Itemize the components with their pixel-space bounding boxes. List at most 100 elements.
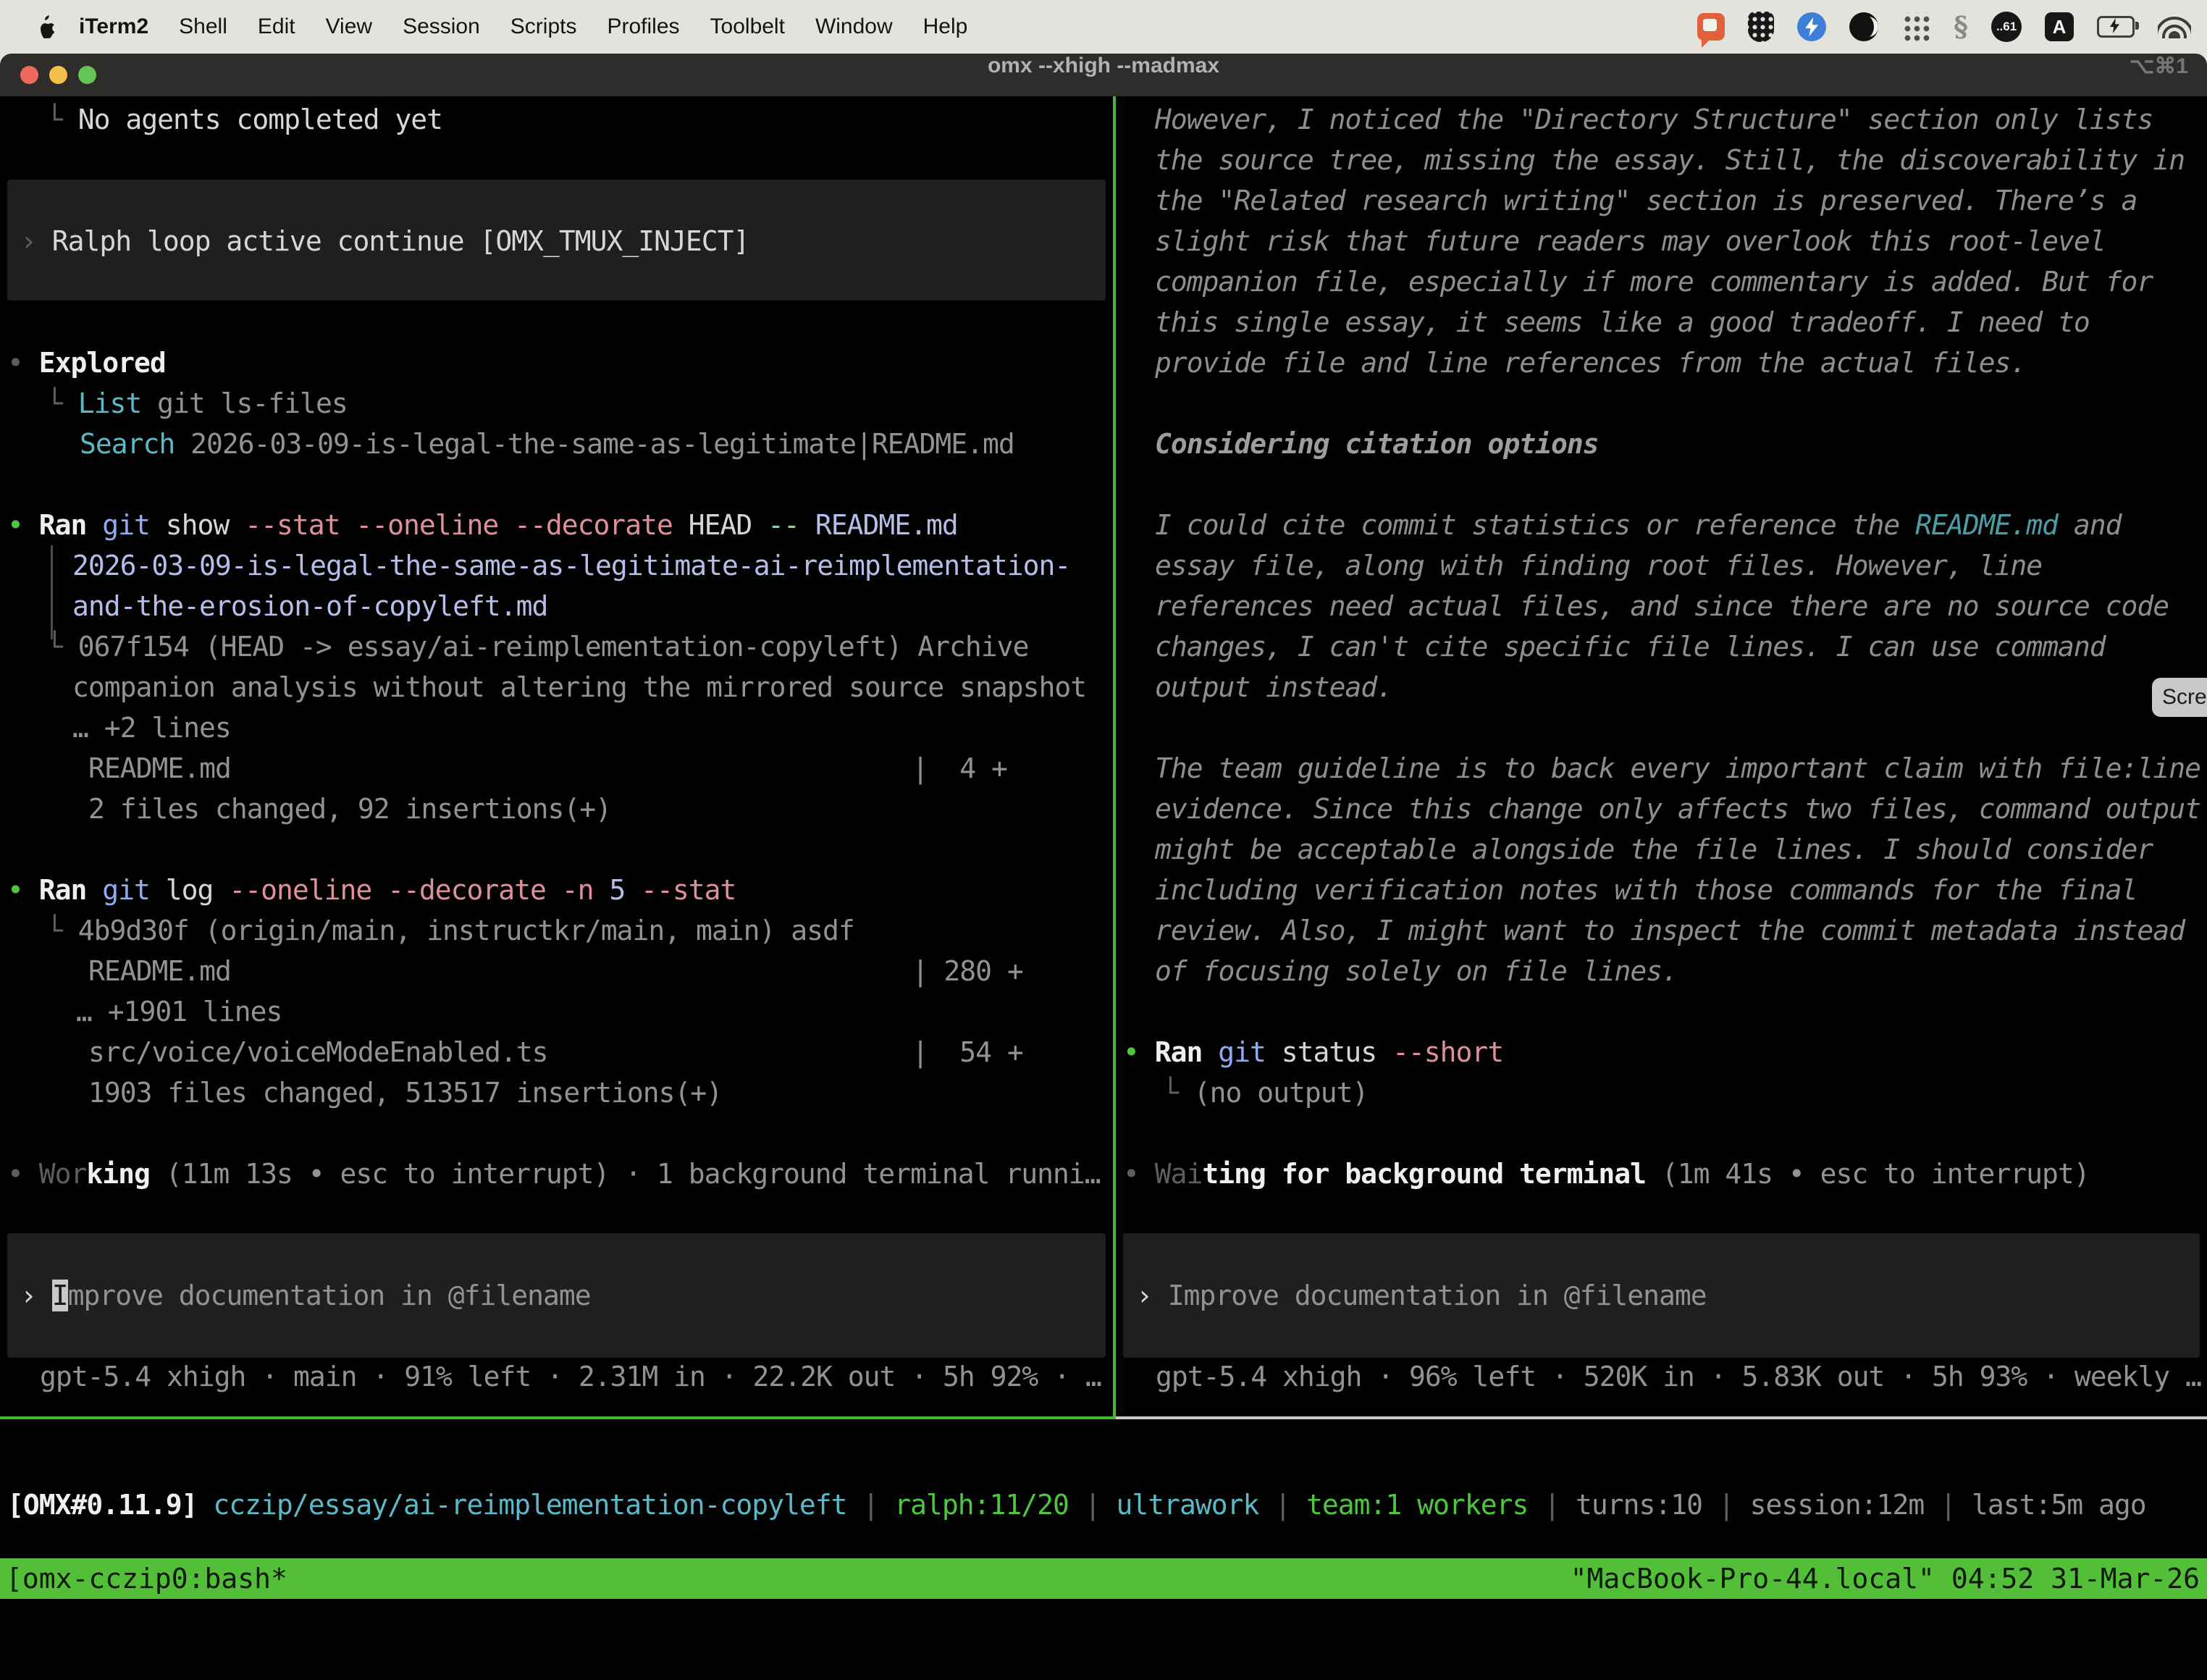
terminal-line: › Improve documentation in @filename [1136, 1275, 1707, 1316]
a-badge-icon[interactable]: A [2045, 12, 2074, 41]
terminal-line: this single essay, it seems like a good … [1155, 302, 2090, 343]
terminal-line: essay file, along with finding root file… [1155, 545, 2042, 586]
terminal-line: └ 067f154 (HEAD -> essay/ai-reimplementa… [46, 626, 1028, 667]
chat-icon[interactable] [1697, 13, 1725, 41]
terminal-line: › Ralph loop active continue [OMX_TMUX_I… [20, 221, 749, 261]
window-title: omx --xhigh --madmax [0, 54, 2207, 78]
separator: | [1528, 1489, 1576, 1521]
left-terminal-pane[interactable]: └ No agents completed yet › Ralph loop ac… [0, 96, 1113, 1416]
terminal-line: src/voice/voiceModeEnabled.ts | 54 + [88, 1032, 1023, 1072]
terminal-line: companion analysis without altering the … [72, 667, 1086, 707]
terminal-line: provide file and line references from th… [1155, 343, 2026, 383]
tmux-status-bar: [omx-cczip0:bash* "MacBook-Pro-44.local"… [0, 1558, 2207, 1599]
minimize-button[interactable] [49, 66, 67, 84]
terminal-line: might be acceptable alongside the file l… [1155, 829, 2153, 870]
terminal-line: └ 4b9d30f (origin/main, instructkr/main,… [46, 910, 854, 951]
terminal-line: └ No agents completed yet [46, 99, 442, 140]
battery-charging-icon[interactable] [2097, 16, 2135, 38]
menu-item-scripts[interactable]: Scripts [510, 14, 577, 39]
menu-items: iTerm2 Shell Edit View Session Scripts Profile… [79, 14, 967, 39]
terminal-line: gpt-5.4 xhigh · main · 91% left · 2.31M … [40, 1356, 1101, 1397]
terminal-line: However, I noticed the "Directory Struct… [1155, 99, 2153, 140]
menu-item-toolbelt[interactable]: Toolbelt [710, 14, 785, 39]
window-shortcut-badge: ⌥⌘1 [2130, 54, 2188, 79]
omx-status-bar: [OMX#0.11.9] cczip/essay/ai-reimplementa… [7, 1484, 2146, 1525]
terminal-line: I could cite commit statistics or refere… [1155, 505, 2122, 545]
right-terminal-pane[interactable]: However, I noticed the "Directory Struct… [1116, 96, 2207, 1416]
terminal-line: the "Related research writing" section i… [1155, 180, 2137, 221]
terminal-line: README.md | 4 + [88, 748, 1007, 789]
separator: | [1069, 1489, 1117, 1521]
left-pane-border [0, 1416, 1113, 1419]
terminal-line: gpt-5.4 xhigh · 96% left · 520K in · 5.8… [1156, 1356, 2201, 1397]
terminal-content: └ No agents completed yet › Ralph loop ac… [0, 96, 2207, 1419]
tmux-host-clock: "MacBook-Pro-44.local" 04:52 31-Mar-26 [1571, 1558, 2200, 1599]
terminal-line: evidence. Since this change only affects… [1155, 789, 2200, 829]
terminal-line: output instead. [1155, 667, 1392, 707]
terminal-line: 1903 files changed, 513517 insertions(+) [88, 1072, 722, 1113]
menu-item-profiles[interactable]: Profiles [607, 14, 679, 39]
separator: | [1924, 1489, 1972, 1521]
tmux-window-tab[interactable]: [omx-cczip0:bash* [6, 1558, 287, 1599]
ultrawork-mode: ultrawork [1117, 1489, 1259, 1521]
terminal-line: Search 2026-03-09-is-legal-the-same-as-l… [80, 424, 1014, 464]
ralph-counter: ralph:11/20 [894, 1489, 1069, 1521]
terminal-line: companion file, especially if more comme… [1155, 261, 2153, 302]
session-timer: session:12m [1750, 1489, 1925, 1521]
menu-item-view[interactable]: View [326, 14, 372, 39]
omx-version-badge: [OMX#0.11.9] [7, 1489, 213, 1521]
window-title-bar[interactable]: omx --xhigh --madmax ⌥⌘1 [0, 54, 2207, 96]
shield-grid-icon[interactable] [1748, 12, 1774, 42]
menu-item-help[interactable]: Help [923, 14, 968, 39]
terminal-line: • Waiting for background terminal (1m 41… [1123, 1154, 2090, 1194]
menu-item-iterm2[interactable]: iTerm2 [79, 14, 148, 39]
tree-guide-line [51, 545, 53, 639]
separator: | [1258, 1489, 1306, 1521]
menu-item-shell[interactable]: Shell [179, 14, 227, 39]
menu-item-window[interactable]: Window [815, 14, 893, 39]
bolt-badge-icon[interactable] [1797, 12, 1826, 41]
dots-grid-icon[interactable] [1901, 12, 1930, 41]
terminal-line: 2026-03-09-is-legal-the-same-as-legitima… [72, 545, 1070, 586]
terminal-line: • Ran git log --oneline --decorate -n 5 … [7, 870, 736, 910]
terminal-line: references need actual files, and since … [1155, 586, 2169, 626]
terminal-line: 2 files changed, 92 insertions(+) [88, 789, 611, 829]
close-button[interactable] [20, 66, 38, 84]
terminal-line: changes, I can't cite specific file line… [1155, 626, 2106, 667]
zoom-button[interactable] [78, 66, 96, 84]
menu-item-session[interactable]: Session [403, 14, 480, 39]
macos-menu-bar: iTerm2 Shell Edit View Session Scripts Profile… [0, 0, 2207, 54]
terminal-line: › Improve documentation in @filename [20, 1275, 591, 1316]
right-pane-border [1116, 1416, 2207, 1419]
screen-tooltip: Scre [2152, 678, 2207, 717]
omx-branch-path: cczip/essay/ai-reimplementation-copyleft [213, 1489, 846, 1521]
terminal-line: slight risk that future readers may over… [1155, 221, 2106, 261]
terminal-line: └ (no output) [1162, 1072, 1368, 1113]
terminal-line: Considering citation options [1155, 424, 1599, 464]
terminal-line: • Explored [7, 343, 166, 383]
terminal-line: and-the-erosion-of-copyleft.md [72, 586, 547, 626]
crescent-icon[interactable] [1849, 12, 1878, 41]
menu-item-edit[interactable]: Edit [258, 14, 295, 39]
terminal-line: review. Also, I might want to inspect th… [1155, 910, 2185, 951]
terminal-line: The team guideline is to back every impo… [1155, 748, 2200, 789]
terminal-line: • Ran git status --short [1123, 1032, 1503, 1072]
terminal-line: of focusing solely on file lines. [1155, 951, 1678, 991]
last-activity: last:5m ago [1972, 1489, 2146, 1521]
separator: | [847, 1489, 895, 1521]
team-workers: team:1 workers [1306, 1489, 1528, 1521]
terminal-line: the source tree, missing the essay. Stil… [1155, 140, 2185, 180]
terminal-line: └ List git ls-files [46, 383, 348, 424]
snake-icon[interactable]: § [1954, 12, 1968, 42]
apple-menu-icon[interactable] [36, 15, 56, 38]
turns-counter: turns:10 [1576, 1489, 1702, 1521]
terminal-line: … +2 lines [72, 707, 231, 748]
terminal-line: • Working (11m 13s • esc to interrupt) ·… [7, 1154, 1101, 1194]
menu-status-icons: § ..61 A [1697, 12, 2191, 42]
separator: | [1702, 1489, 1750, 1521]
traffic-lights [20, 66, 96, 84]
terminal-line: • Ran git show --stat --oneline --decora… [7, 505, 958, 545]
terminal-line: including verification notes with those … [1155, 870, 2137, 910]
wifi-icon[interactable] [2158, 15, 2191, 38]
gauge-icon[interactable]: ..61 [1991, 12, 2022, 42]
